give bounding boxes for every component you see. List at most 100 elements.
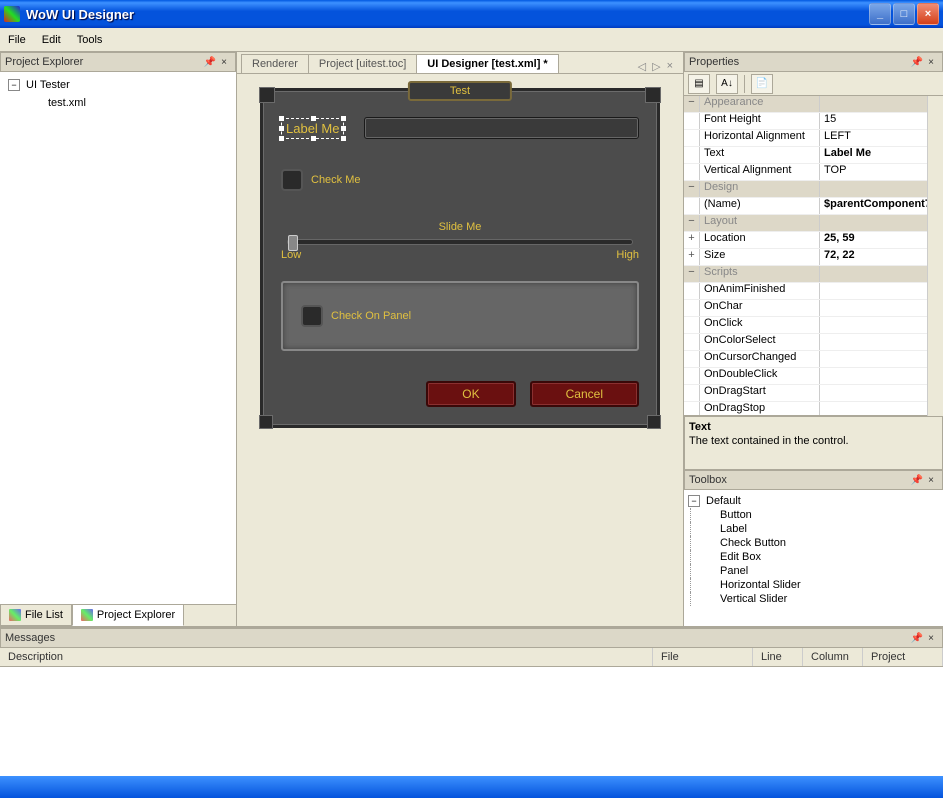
app-icon bbox=[4, 6, 20, 22]
check-row[interactable]: Check Me bbox=[281, 169, 639, 191]
messages-body[interactable] bbox=[0, 667, 943, 776]
frame-title: Test bbox=[408, 81, 512, 101]
alphabetical-button[interactable]: A↓ bbox=[716, 74, 738, 94]
tab-project-explorer[interactable]: Project Explorer bbox=[72, 604, 184, 626]
prop-name[interactable]: (Name)$parentComponent7 bbox=[684, 198, 927, 215]
close-button[interactable]: × bbox=[917, 3, 939, 25]
prop-ondragstop[interactable]: OnDragStop bbox=[684, 402, 927, 416]
desc-body: The text contained in the control. bbox=[689, 435, 938, 447]
toolbox-item-button[interactable]: Button bbox=[686, 508, 941, 522]
slider-high: High bbox=[616, 249, 639, 261]
close-icon[interactable]: × bbox=[217, 57, 231, 68]
tree-item[interactable]: test.xml bbox=[8, 94, 228, 112]
prop-onclick[interactable]: OnClick bbox=[684, 317, 927, 334]
tree-root-label: UI Tester bbox=[26, 79, 70, 91]
prop-ondoubleclick[interactable]: OnDoubleClick bbox=[684, 368, 927, 385]
close-icon[interactable]: × bbox=[924, 475, 938, 486]
close-icon[interactable]: × bbox=[924, 57, 938, 68]
panel-widget[interactable]: Check On Panel bbox=[281, 281, 639, 351]
project-explorer-icon bbox=[81, 609, 93, 621]
categorized-button[interactable]: ▤ bbox=[688, 74, 710, 94]
cat-layout[interactable]: −Layout bbox=[684, 215, 927, 232]
toolbox-item-panel[interactable]: Panel bbox=[686, 564, 941, 578]
toolbox-group[interactable]: − Default bbox=[686, 494, 941, 508]
editbox-widget[interactable] bbox=[364, 117, 639, 139]
prop-text[interactable]: TextLabel Me bbox=[684, 147, 927, 164]
prop-h-align[interactable]: Horizontal AlignmentLEFT bbox=[684, 130, 927, 147]
menu-file[interactable]: File bbox=[8, 34, 26, 46]
maximize-button[interactable]: □ bbox=[893, 3, 915, 25]
tab-file-list[interactable]: File List bbox=[0, 604, 72, 626]
slider-widget[interactable]: Slide Me Low High bbox=[281, 221, 639, 261]
project-tree[interactable]: − UI Tester test.xml bbox=[0, 72, 236, 604]
prop-oncolorselect[interactable]: OnColorSelect bbox=[684, 334, 927, 351]
prop-oncursorchanged[interactable]: OnCursorChanged bbox=[684, 351, 927, 368]
close-icon[interactable]: × bbox=[924, 633, 938, 644]
cat-appearance[interactable]: −Appearance bbox=[684, 96, 927, 113]
col-description[interactable]: Description bbox=[0, 648, 653, 666]
pin-icon[interactable]: 📌 bbox=[910, 633, 924, 644]
toolbox-item-hslider[interactable]: Horizontal Slider bbox=[686, 578, 941, 592]
properties-header: Properties 📌 × bbox=[684, 52, 943, 72]
col-column[interactable]: Column bbox=[803, 648, 863, 666]
pin-icon[interactable]: 📌 bbox=[910, 475, 924, 486]
slider-title: Slide Me bbox=[281, 221, 639, 233]
toolbox-item-editbox[interactable]: Edit Box bbox=[686, 550, 941, 564]
slider-track[interactable] bbox=[287, 239, 633, 245]
checkbox-widget[interactable] bbox=[281, 169, 303, 191]
cat-scripts[interactable]: −Scripts bbox=[684, 266, 927, 283]
tab-designer[interactable]: UI Designer [test.xml] * bbox=[416, 54, 558, 73]
prop-font-height[interactable]: Font Height15 bbox=[684, 113, 927, 130]
ok-button[interactable]: OK bbox=[426, 381, 515, 407]
col-project[interactable]: Project bbox=[863, 648, 943, 666]
project-explorer-header: Project Explorer 📌 × bbox=[0, 52, 236, 72]
menu-tools[interactable]: Tools bbox=[77, 34, 103, 46]
pin-icon[interactable]: 📌 bbox=[203, 57, 217, 68]
window-title: WoW UI Designer bbox=[26, 7, 869, 22]
toolbox-tree[interactable]: − Default Button Label Check Button Edit… bbox=[684, 490, 943, 626]
titlebar: WoW UI Designer _ □ × bbox=[0, 0, 943, 28]
menu-edit[interactable]: Edit bbox=[42, 34, 61, 46]
designer-surface[interactable]: Test Label Me Check Me S bbox=[237, 74, 683, 626]
toolbox-title: Toolbox bbox=[689, 474, 910, 486]
toolbox-group-label: Default bbox=[706, 495, 741, 507]
scrollbar[interactable] bbox=[927, 96, 943, 416]
close-tab-icon[interactable]: × bbox=[667, 60, 673, 73]
selected-label[interactable]: Label Me bbox=[281, 118, 344, 139]
messages-columns: Description File Line Column Project bbox=[0, 648, 943, 667]
properties-toolbar: ▤ A↓ 📄 bbox=[684, 72, 943, 96]
cancel-button[interactable]: Cancel bbox=[530, 381, 639, 407]
toolbox-item-label[interactable]: Label bbox=[686, 522, 941, 536]
panel-checkbox[interactable] bbox=[301, 305, 323, 327]
toolbox-item-vslider[interactable]: Vertical Slider bbox=[686, 592, 941, 606]
prop-ondragstart[interactable]: OnDragStart bbox=[684, 385, 927, 402]
property-pages-button[interactable]: 📄 bbox=[751, 74, 773, 94]
tree-root[interactable]: − UI Tester bbox=[8, 76, 228, 94]
collapse-icon[interactable]: − bbox=[8, 79, 20, 91]
file-list-icon bbox=[9, 609, 21, 621]
label-widget: Label Me bbox=[286, 121, 339, 136]
col-file[interactable]: File bbox=[653, 648, 753, 666]
slider-thumb[interactable] bbox=[288, 235, 298, 251]
toolbox-header: Toolbox 📌 × bbox=[684, 470, 943, 490]
prop-size[interactable]: +Size72, 22 bbox=[684, 249, 927, 266]
property-grid[interactable]: −Appearance Font Height15 Horizontal Ali… bbox=[684, 96, 927, 416]
toolbox-item-checkbutton[interactable]: Check Button bbox=[686, 536, 941, 550]
tab-file-list-label: File List bbox=[25, 609, 63, 621]
prop-onchar[interactable]: OnChar bbox=[684, 300, 927, 317]
col-line[interactable]: Line bbox=[753, 648, 803, 666]
tab-project[interactable]: Project [uitest.toc] bbox=[308, 54, 417, 73]
panel-check-label: Check On Panel bbox=[331, 310, 411, 322]
next-tab-icon[interactable]: ▷ bbox=[652, 60, 660, 73]
collapse-icon[interactable]: − bbox=[688, 495, 700, 507]
prop-v-align[interactable]: Vertical AlignmentTOP bbox=[684, 164, 927, 181]
wow-frame[interactable]: Test Label Me Check Me S bbox=[260, 88, 660, 428]
tab-renderer[interactable]: Renderer bbox=[241, 54, 309, 73]
prev-tab-icon[interactable]: ◁ bbox=[638, 60, 646, 73]
tree-item-label: test.xml bbox=[48, 97, 86, 109]
prop-location[interactable]: +Location25, 59 bbox=[684, 232, 927, 249]
prop-onanimfinished[interactable]: OnAnimFinished bbox=[684, 283, 927, 300]
minimize-button[interactable]: _ bbox=[869, 3, 891, 25]
cat-design[interactable]: −Design bbox=[684, 181, 927, 198]
pin-icon[interactable]: 📌 bbox=[910, 57, 924, 68]
